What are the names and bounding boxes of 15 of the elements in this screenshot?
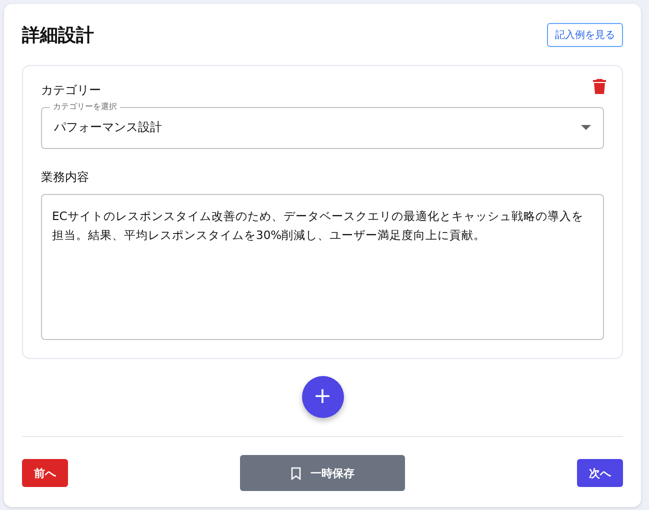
save-button[interactable]: 一時保存 [240, 455, 405, 491]
example-button[interactable]: 記入例を見る [547, 23, 623, 47]
prev-button[interactable]: 前へ [22, 459, 68, 487]
category-label: カテゴリー [41, 82, 101, 99]
trash-icon[interactable] [593, 79, 606, 94]
select-label: カテゴリーを選択 [52, 102, 118, 112]
add-button[interactable]: + [302, 376, 344, 418]
bookmark-icon [290, 466, 300, 480]
next-button[interactable]: 次へ [577, 459, 623, 487]
category-select[interactable]: カテゴリーを選択 パフォーマンス設計 [41, 102, 604, 149]
task-label: 業務内容 [41, 169, 89, 186]
caret-icon [581, 125, 591, 130]
select-value: パフォーマンス設計 [54, 119, 162, 136]
task-field[interactable]: ECサイトのレスポンスタイム改善のため、データベースクエリの最適化とキャッシュ戦略の導入を担当。結果、平均レスポンスタイムを30%削減し、ユーザー満足度向上に貢献。 [41, 194, 604, 340]
page-title: 詳細設計 [22, 24, 94, 47]
